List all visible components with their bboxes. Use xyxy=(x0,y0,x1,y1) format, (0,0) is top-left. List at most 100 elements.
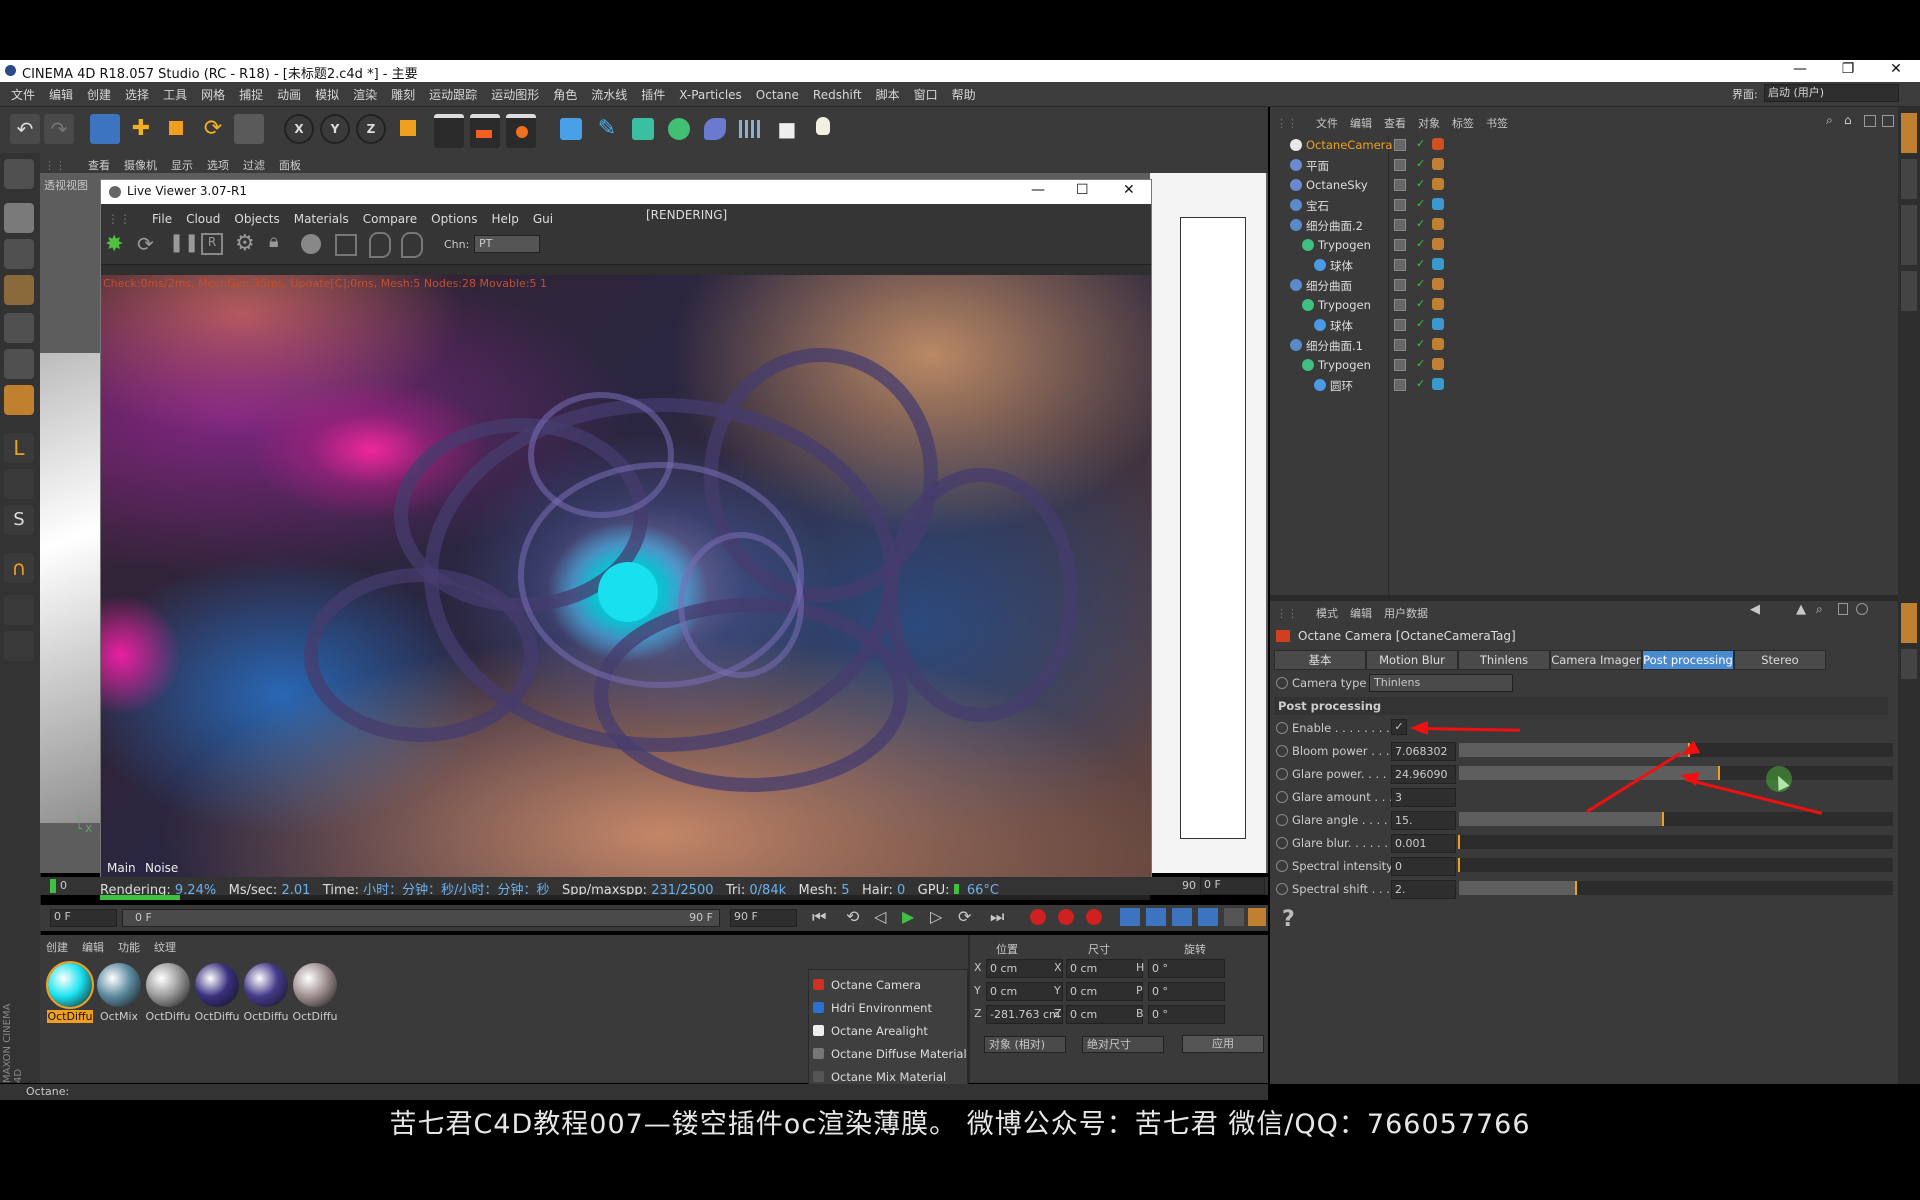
clay-mode-icon[interactable] xyxy=(335,234,357,256)
menu-octane-17[interactable]: Octane xyxy=(749,84,806,102)
menu-item-21[interactable]: 帮助 xyxy=(945,82,983,103)
menu-item-8[interactable]: 模拟 xyxy=(308,82,346,103)
lv-menu-compare-4[interactable]: Compare xyxy=(356,208,424,226)
param-slider-handle[interactable] xyxy=(1575,881,1578,895)
tweak-mode-icon[interactable] xyxy=(4,469,34,499)
enabled-check-icon[interactable]: ✓ xyxy=(1416,177,1425,190)
magnet-icon[interactable]: ∩ xyxy=(4,553,34,583)
light-icon[interactable] xyxy=(808,114,838,144)
new-view-icon[interactable] xyxy=(1864,115,1876,127)
param-value-field[interactable]: 2. xyxy=(1391,880,1456,899)
next-frame-icon[interactable]: ▷ xyxy=(930,907,942,926)
param-slider-handle[interactable] xyxy=(1718,766,1721,780)
goto-end-icon[interactable]: ⏭ xyxy=(990,907,1004,927)
timeline-window-icon[interactable] xyxy=(1248,908,1266,926)
coord-field-size[interactable]: 0 cm xyxy=(1066,982,1143,1001)
attribute-menu-2[interactable]: 用户数据 xyxy=(1378,603,1434,621)
texture-mode-icon[interactable] xyxy=(4,239,34,269)
param-slider-handle[interactable] xyxy=(1458,835,1460,849)
lv-menu-objects-2[interactable]: Objects xyxy=(227,208,286,226)
object-menu-4[interactable]: 标签 xyxy=(1446,113,1480,131)
side-tab-structure[interactable] xyxy=(1901,271,1917,311)
param-value-field[interactable]: 24.96090 xyxy=(1391,765,1456,784)
menu-item-4[interactable]: 工具 xyxy=(156,82,194,103)
context-menu-item[interactable]: Octane Arealight xyxy=(809,1020,967,1042)
material-thumbnail[interactable] xyxy=(293,963,337,1007)
key-scale-icon[interactable] xyxy=(1146,908,1166,926)
object-row[interactable]: OctaneCamera ✓ xyxy=(1270,135,1890,155)
coord-field-pos[interactable]: 0 cm xyxy=(986,982,1063,1001)
param-slider-handle[interactable] xyxy=(1458,858,1460,872)
menu-item-20[interactable]: 窗口 xyxy=(907,82,945,103)
context-menu-item[interactable]: Octane Camera xyxy=(809,974,967,996)
lv-menu-file-0[interactable]: File xyxy=(145,208,179,226)
key-param-icon[interactable] xyxy=(1198,908,1218,926)
record-icon[interactable]: ⟲ xyxy=(846,907,859,926)
side-tab-layers[interactable] xyxy=(1901,205,1917,265)
enabled-check-icon[interactable]: ✓ xyxy=(1416,277,1425,290)
search-icon[interactable]: ⌕ xyxy=(1826,113,1833,128)
object-row[interactable]: 细分曲面.1 ✓ xyxy=(1270,335,1890,355)
side-tab-object[interactable] xyxy=(1901,113,1917,153)
visibility-toggle[interactable] xyxy=(1394,199,1406,211)
minimize-button[interactable]: — xyxy=(1780,61,1820,81)
param-value-field[interactable]: 15. xyxy=(1391,811,1456,830)
object-row[interactable]: Trypogen ✓ xyxy=(1270,355,1890,375)
restart-render-icon[interactable]: ⟳ xyxy=(137,232,154,256)
enabled-check-icon[interactable]: ✓ xyxy=(1416,357,1425,370)
side-tab-content[interactable] xyxy=(1901,159,1917,199)
visibility-toggle[interactable] xyxy=(1394,219,1406,231)
enabled-check-icon[interactable]: ✓ xyxy=(1416,217,1425,230)
menu-item-11[interactable]: 运动跟踪 xyxy=(422,82,484,103)
lock-icon[interactable]: 🔒︎ xyxy=(269,231,279,252)
object-tag-icon[interactable] xyxy=(1432,158,1444,170)
viewport-menu-1[interactable]: 摄像机 xyxy=(118,155,165,173)
object-row[interactable]: 球体 ✓ xyxy=(1270,255,1890,275)
back-arrow-icon[interactable]: ◀ xyxy=(1750,602,1760,617)
region-render-icon[interactable]: R xyxy=(201,233,223,255)
param-value-field[interactable]: 0 xyxy=(1391,857,1456,876)
coord-field-rot[interactable]: 0 ° xyxy=(1148,1005,1225,1024)
coord-field-rot[interactable]: 0 ° xyxy=(1148,959,1225,978)
live-viewer-close-button[interactable]: ✕ xyxy=(1123,182,1135,198)
visibility-toggle[interactable] xyxy=(1394,379,1406,391)
attr-tab-item-0[interactable]: 基本 xyxy=(1274,650,1366,670)
render-settings-icon[interactable] xyxy=(506,114,536,148)
undo-icon[interactable]: ↶ xyxy=(10,114,40,144)
enabled-check-icon[interactable]: ✓ xyxy=(1416,337,1425,350)
camera-type-radio[interactable] xyxy=(1276,677,1288,689)
context-menu-item[interactable]: Octane Diffuse Material xyxy=(809,1043,967,1065)
visibility-toggle[interactable] xyxy=(1394,339,1406,351)
param-radio[interactable] xyxy=(1276,791,1288,803)
deformer-icon[interactable] xyxy=(700,114,730,144)
snap-icon[interactable]: S xyxy=(4,505,34,535)
live-viewer-minimize-button[interactable]: — xyxy=(1031,182,1045,198)
object-tag-icon[interactable] xyxy=(1432,218,1444,230)
object-row[interactable]: 圆环 ✓ xyxy=(1270,375,1890,395)
visibility-toggle[interactable] xyxy=(1394,259,1406,271)
enabled-check-icon[interactable]: ✓ xyxy=(1416,317,1425,330)
material-menu-3[interactable]: 纹理 xyxy=(154,941,176,954)
pen-icon[interactable]: ✎ xyxy=(592,114,622,144)
visibility-toggle[interactable] xyxy=(1394,299,1406,311)
recent-tool-icon[interactable] xyxy=(234,114,264,144)
cube-icon[interactable] xyxy=(556,114,586,144)
current-frame-field[interactable]: 0 F xyxy=(1200,877,1265,895)
menu-redshift-18[interactable]: Redshift xyxy=(806,84,869,102)
x-axis-icon[interactable]: X xyxy=(284,114,314,144)
key-rotation-icon[interactable] xyxy=(1172,908,1192,926)
lock-workplane-icon[interactable] xyxy=(4,595,34,625)
param-value-field[interactable]: 7.068302 xyxy=(1391,742,1456,761)
menu-item-6[interactable]: 捕捉 xyxy=(232,82,270,103)
object-menu-5[interactable]: 书签 xyxy=(1480,113,1514,131)
prev-frame-icon[interactable]: ◁ xyxy=(874,907,886,926)
close-button[interactable]: ✕ xyxy=(1876,61,1916,81)
attr-tab-motion-blur-1[interactable]: Motion Blur xyxy=(1366,650,1458,670)
lv-menu-gui-7[interactable]: Gui xyxy=(526,208,560,226)
play-icon[interactable]: ▶ xyxy=(902,907,914,926)
attr-target-icon[interactable] xyxy=(1856,603,1868,615)
object-tag-icon[interactable] xyxy=(1432,138,1444,150)
render-region-icon[interactable] xyxy=(470,114,500,148)
make-editable-icon[interactable] xyxy=(4,159,34,189)
goto-start-icon[interactable]: ⏮ xyxy=(812,907,826,927)
